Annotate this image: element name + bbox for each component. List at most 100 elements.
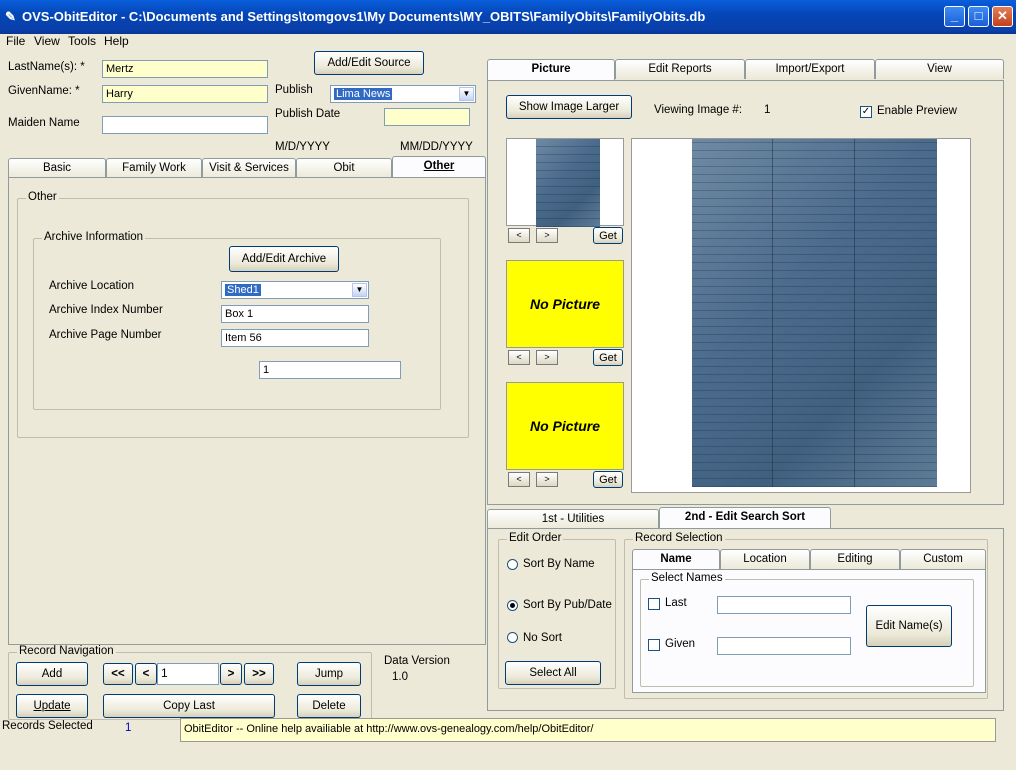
tab-1st-utilities[interactable]: 1st - Utilities <box>487 509 659 529</box>
menu-file[interactable]: File <box>6 34 25 48</box>
archive-index-input[interactable]: Box 1 <box>221 305 369 323</box>
thumb3-prev-button[interactable]: < <box>508 472 530 487</box>
add-edit-archive-button[interactable]: Add/Edit Archive <box>229 246 339 272</box>
copy-last-button[interactable]: Copy Last <box>103 694 275 718</box>
thumbnail-2-placeholder[interactable]: No Picture <box>506 260 624 348</box>
maiden-input[interactable] <box>102 116 268 134</box>
chevron-down-icon[interactable]: ▼ <box>459 87 474 101</box>
maiden-label: Maiden Name <box>8 117 80 129</box>
show-image-larger-button[interactable]: Show Image Larger <box>506 95 632 119</box>
menu-tools[interactable]: Tools <box>68 34 96 48</box>
tab-name[interactable]: Name <box>632 549 720 571</box>
no-sort-radio[interactable] <box>507 632 518 643</box>
delete-button[interactable]: Delete <box>297 694 361 718</box>
tab-editing[interactable]: Editing <box>810 549 900 569</box>
last-checkbox[interactable] <box>648 598 660 610</box>
viewing-image-value: 1 <box>764 104 771 116</box>
first-record-button[interactable]: << <box>103 663 133 685</box>
thumbnail-1-frame <box>506 138 624 227</box>
maximize-button[interactable]: □ <box>968 6 989 27</box>
viewing-image-label: Viewing Image #: <box>654 104 743 116</box>
window-title: OVS-ObitEditor - C:\Documents and Settin… <box>22 9 706 24</box>
record-number-input[interactable]: 1 <box>157 663 219 685</box>
publish-label: Publish <box>275 84 313 96</box>
edit-order-title: Edit Order <box>507 532 564 544</box>
jump-button[interactable]: Jump <box>297 662 361 686</box>
tab-family-work[interactable]: Family Work <box>106 158 202 178</box>
date-format-hint-1: M/D/YYYY <box>275 141 330 153</box>
tab-other[interactable]: Other <box>392 156 486 178</box>
givenname-label: GivenName: * <box>8 85 80 97</box>
data-version-label: Data Version <box>384 655 450 667</box>
sort-by-pubdate-radio[interactable] <box>507 600 518 611</box>
given-label: Given <box>665 638 696 650</box>
givenname-input[interactable]: Harry <box>102 85 268 103</box>
sort-by-name-radio[interactable] <box>507 559 518 570</box>
minimize-button[interactable]: _ <box>944 6 965 27</box>
add-record-button[interactable]: Add <box>16 662 88 686</box>
thumb1-prev-button[interactable]: < <box>508 228 530 243</box>
publish-select[interactable]: Lima News ▼ <box>330 85 476 103</box>
archive-location-select[interactable]: Shed1 ▼ <box>221 281 369 299</box>
record-navigation-title: Record Navigation <box>17 645 116 657</box>
menu-view[interactable]: View <box>34 34 60 48</box>
last-label: Last <box>665 597 687 609</box>
title-bar: ✎ OVS-ObitEditor - C:\Documents and Sett… <box>0 0 1016 34</box>
tab-picture[interactable]: Picture <box>487 59 615 81</box>
menu-help[interactable]: Help <box>104 34 129 48</box>
archive-index-label: Archive Index Number <box>49 304 163 316</box>
tab-visit-services[interactable]: Visit & Services <box>202 158 296 178</box>
enable-preview-checkbox[interactable]: ✓ <box>860 106 872 118</box>
edit-names-button[interactable]: Edit Name(s) <box>866 605 952 647</box>
select-all-button[interactable]: Select All <box>505 661 601 685</box>
lastname-input[interactable]: Mertz <box>102 60 268 78</box>
status-message: ObitEditor -- Online help availiable at … <box>180 718 996 742</box>
tab-location[interactable]: Location <box>720 549 810 569</box>
thumbnail-1-image[interactable] <box>536 139 600 227</box>
thumb1-next-button[interactable]: > <box>536 228 558 243</box>
prev-record-button[interactable]: < <box>135 663 157 685</box>
archive-location-value: Shed1 <box>225 284 261 296</box>
picture-tab-panel: Show Image Larger Viewing Image #: 1 ✓ E… <box>487 80 1004 505</box>
select-names-title: Select Names <box>649 572 725 584</box>
record-selection-title: Record Selection <box>633 532 725 544</box>
update-button[interactable]: Update <box>16 694 88 718</box>
thumb3-next-button[interactable]: > <box>536 472 558 487</box>
app-icon: ✎ <box>5 9 16 24</box>
thumb1-get-button[interactable]: Get <box>593 227 623 244</box>
sort-by-pubdate-label: Sort By Pub/Date <box>523 599 612 611</box>
last-record-button[interactable]: >> <box>244 663 274 685</box>
archive-page-input[interactable]: Item 56 <box>221 329 369 347</box>
extra-number-input[interactable]: 1 <box>259 361 401 379</box>
given-name-filter-input[interactable] <box>717 637 851 655</box>
tab-2nd-edit-search-sort[interactable]: 2nd - Edit Search Sort <box>659 507 831 529</box>
tab-view[interactable]: View <box>875 59 1004 79</box>
thumb2-prev-button[interactable]: < <box>508 350 530 365</box>
edit-search-sort-panel: Edit Order Sort By Name Sort By Pub/Date… <box>487 528 1004 711</box>
publish-value: Lima News <box>334 88 393 100</box>
tab-basic[interactable]: Basic <box>8 158 106 178</box>
archive-location-label: Archive Location <box>49 280 135 292</box>
records-selected-value: 1 <box>125 722 132 734</box>
chevron-down-icon[interactable]: ▼ <box>352 283 367 297</box>
add-edit-source-button[interactable]: Add/Edit Source <box>314 51 424 75</box>
given-checkbox[interactable] <box>648 639 660 651</box>
close-button[interactable]: ✕ <box>992 6 1013 27</box>
records-selected-label: Records Selected <box>2 720 93 732</box>
data-version-value: 1.0 <box>392 671 408 683</box>
next-record-button[interactable]: > <box>220 663 242 685</box>
thumb2-next-button[interactable]: > <box>536 350 558 365</box>
tab-custom[interactable]: Custom <box>900 549 986 569</box>
thumb3-get-button[interactable]: Get <box>593 471 623 488</box>
tab-obit[interactable]: Obit <box>296 158 392 178</box>
tab-import-export[interactable]: Import/Export <box>745 59 875 79</box>
date-format-hint-2: MM/DD/YYYY <box>400 141 473 153</box>
publish-date-input[interactable] <box>384 108 470 126</box>
enable-preview-label: Enable Preview <box>877 105 957 117</box>
thumbnail-3-placeholder[interactable]: No Picture <box>506 382 624 470</box>
tab-edit-reports[interactable]: Edit Reports <box>615 59 745 79</box>
last-name-filter-input[interactable] <box>717 596 851 614</box>
no-sort-label: No Sort <box>523 632 562 644</box>
obituary-preview-image[interactable] <box>692 139 937 487</box>
thumb2-get-button[interactable]: Get <box>593 349 623 366</box>
